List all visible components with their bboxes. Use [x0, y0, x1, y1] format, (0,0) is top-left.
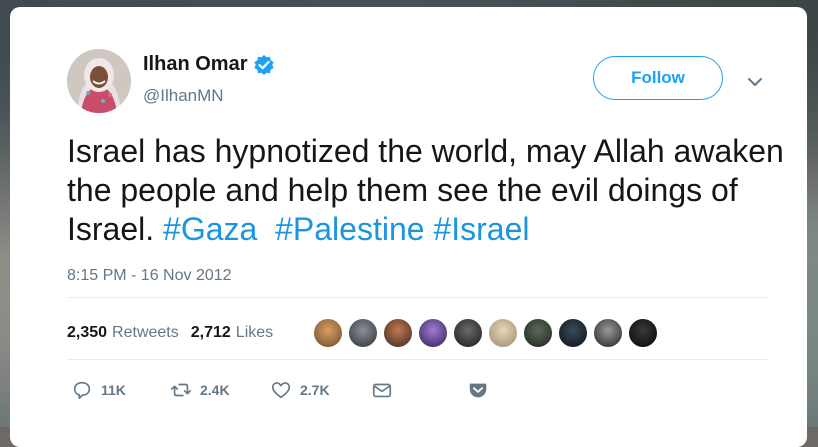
follow-button[interactable]: Follow	[593, 56, 723, 100]
liker-avatar[interactable]	[628, 318, 658, 348]
retweets-label[interactable]: Retweets	[112, 324, 179, 342]
tweet-text: Israel has hypnotized the world, may All…	[67, 132, 787, 249]
liker-avatar[interactable]	[488, 318, 518, 348]
liker-avatar[interactable]	[418, 318, 448, 348]
hashtag-israel[interactable]: #Israel	[433, 211, 529, 247]
name-row: Ilhan Omar	[143, 53, 275, 76]
divider-bottom	[67, 359, 767, 360]
liker-avatar[interactable]	[558, 318, 588, 348]
likes-count[interactable]: 2,712	[191, 324, 231, 342]
liker-avatars	[313, 318, 663, 348]
retweets-count[interactable]: 2,350	[67, 324, 107, 342]
retweet-icon	[171, 383, 191, 397]
liker-avatar[interactable]	[453, 318, 483, 348]
reply-button[interactable]: 11K	[71, 379, 126, 401]
hashtag-gaza[interactable]: #Gaza	[163, 211, 257, 247]
liker-avatar[interactable]	[313, 318, 343, 348]
liker-avatar[interactable]	[383, 318, 413, 348]
divider-top	[67, 297, 767, 298]
hashtag-palestine[interactable]: #Palestine	[275, 211, 424, 247]
profile-avatar[interactable]	[67, 49, 131, 113]
liker-avatar[interactable]	[593, 318, 623, 348]
tweet-actions: 11K 2.4K 2.7K	[67, 379, 567, 407]
reply-count: 11K	[101, 382, 126, 398]
liker-avatar[interactable]	[523, 318, 553, 348]
envelope-icon	[372, 383, 392, 398]
display-name[interactable]: Ilhan Omar	[143, 53, 247, 76]
verified-badge-icon	[253, 54, 275, 76]
engagement-stats: 2,350 Retweets 2,712 Likes	[67, 324, 273, 342]
reply-icon	[73, 381, 91, 400]
like-button[interactable]: 2.7K	[270, 379, 330, 401]
retweet-button[interactable]: 2.4K	[170, 379, 230, 401]
tweet-card: Ilhan Omar @IlhanMN Follow Israel has hy…	[10, 7, 807, 447]
heart-icon	[271, 382, 291, 399]
retweet-count: 2.4K	[200, 382, 230, 398]
likes-label[interactable]: Likes	[236, 324, 273, 342]
user-handle[interactable]: @IlhanMN	[143, 86, 224, 106]
chevron-down-icon[interactable]	[746, 75, 764, 89]
tweet-timestamp[interactable]: 8:15 PM - 16 Nov 2012	[67, 267, 232, 285]
pocket-icon	[469, 383, 487, 398]
pocket-button[interactable]	[467, 379, 497, 401]
avatar-image	[67, 49, 131, 113]
message-button[interactable]	[371, 379, 401, 401]
liker-avatar[interactable]	[348, 318, 378, 348]
like-count: 2.7K	[300, 382, 330, 398]
